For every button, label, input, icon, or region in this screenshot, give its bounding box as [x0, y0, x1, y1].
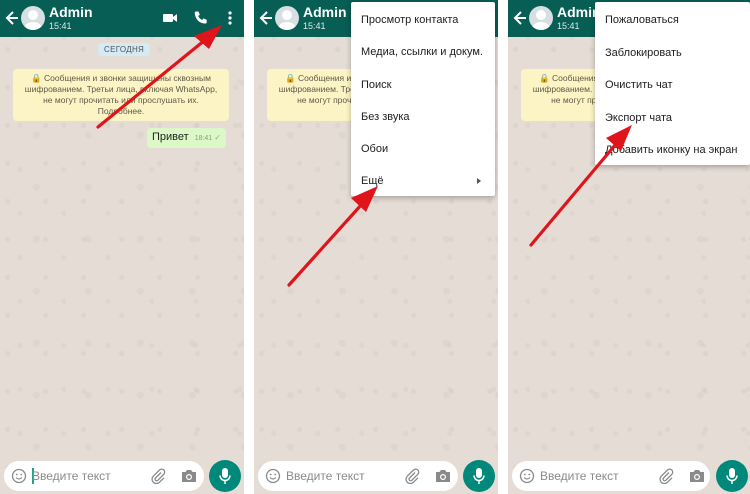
contact-name[interactable]: Admin [303, 4, 347, 20]
outgoing-message[interactable]: Привет 18:41 ✓ [147, 128, 226, 148]
encryption-notice[interactable]: 🔒 Сообщения и звонки защищены сквозным ш… [13, 69, 229, 121]
avatar-icon [24, 10, 42, 30]
menu-item-mute[interactable]: Без звука [351, 101, 495, 133]
video-call-icon[interactable] [162, 10, 178, 26]
chat-screen-step-2: Admin 15:41 🔒 Сообщения и звонки защищен… [254, 0, 498, 494]
attach-icon[interactable] [150, 468, 166, 484]
mic-button[interactable] [209, 460, 241, 492]
menu-item-more-label: Ещё [361, 175, 384, 188]
menu-item-clear-chat[interactable]: Очистить чат [595, 69, 750, 102]
menu-item-wallpaper[interactable]: Обои [351, 133, 495, 165]
back-arrow-icon[interactable] [512, 9, 528, 27]
more-submenu: Пожаловаться Заблокировать Очистить чат … [595, 2, 750, 165]
message-input[interactable] [32, 467, 144, 485]
menu-item-media[interactable]: Медиа, ссылки и докум. [351, 36, 495, 68]
avatar-icon [278, 10, 296, 30]
overflow-menu: Просмотр контакта Медиа, ссылки и докум.… [351, 2, 495, 196]
emoji-icon[interactable] [519, 468, 535, 484]
message-composer [4, 461, 204, 491]
message-composer [512, 461, 710, 491]
menu-item-more[interactable]: Ещё [351, 165, 495, 197]
avatar[interactable] [275, 6, 299, 30]
menu-item-search[interactable]: Поиск [351, 69, 495, 101]
menu-item-block[interactable]: Заблокировать [595, 37, 750, 70]
message-time: 18:41 [194, 135, 213, 142]
menu-item-add-shortcut[interactable]: Добавить иконку на экран [595, 134, 750, 167]
menu-item-export-chat[interactable]: Экспорт чата [595, 102, 750, 135]
back-arrow-icon[interactable] [258, 9, 274, 27]
message-input[interactable] [286, 467, 398, 485]
menu-item-report[interactable]: Пожаловаться [595, 4, 750, 37]
last-seen: 15:41 [303, 21, 326, 31]
menu-item-view-contact[interactable]: Просмотр контакта [351, 4, 495, 36]
attach-icon[interactable] [404, 468, 420, 484]
more-vert-icon[interactable] [222, 10, 238, 26]
emoji-icon[interactable] [11, 468, 27, 484]
back-arrow-icon[interactable] [4, 9, 20, 27]
avatar-icon [532, 10, 550, 30]
mic-icon [726, 468, 738, 484]
contact-name[interactable]: Admin [49, 4, 93, 20]
message-status-icon: ✓ [214, 133, 221, 142]
emoji-icon[interactable] [265, 468, 281, 484]
last-seen: 15:41 [557, 21, 580, 31]
camera-icon[interactable] [434, 468, 452, 484]
mic-button[interactable] [716, 460, 748, 492]
camera-icon[interactable] [688, 468, 706, 484]
mic-icon [219, 468, 231, 484]
avatar[interactable] [529, 6, 553, 30]
date-chip: СЕГОДНЯ [98, 43, 151, 56]
mic-button[interactable] [463, 460, 495, 492]
submenu-arrow-icon [477, 178, 481, 185]
message-text: Привет [152, 131, 189, 143]
avatar[interactable] [21, 6, 45, 30]
chat-header: Admin 15:41 [0, 0, 244, 37]
message-input[interactable] [540, 467, 652, 485]
attach-icon[interactable] [658, 468, 674, 484]
last-seen: 15:41 [49, 21, 72, 31]
chat-screen-step-3: Admin 15:41 🔒 Сообщения и звонки защищен… [508, 0, 750, 494]
camera-icon[interactable] [180, 468, 198, 484]
message-composer [258, 461, 458, 491]
mic-icon [473, 468, 485, 484]
phone-icon[interactable] [193, 10, 209, 26]
chat-screen-step-1: Admin 15:41 СЕГОДНЯ 🔒 Сообщения и звонки… [0, 0, 244, 494]
